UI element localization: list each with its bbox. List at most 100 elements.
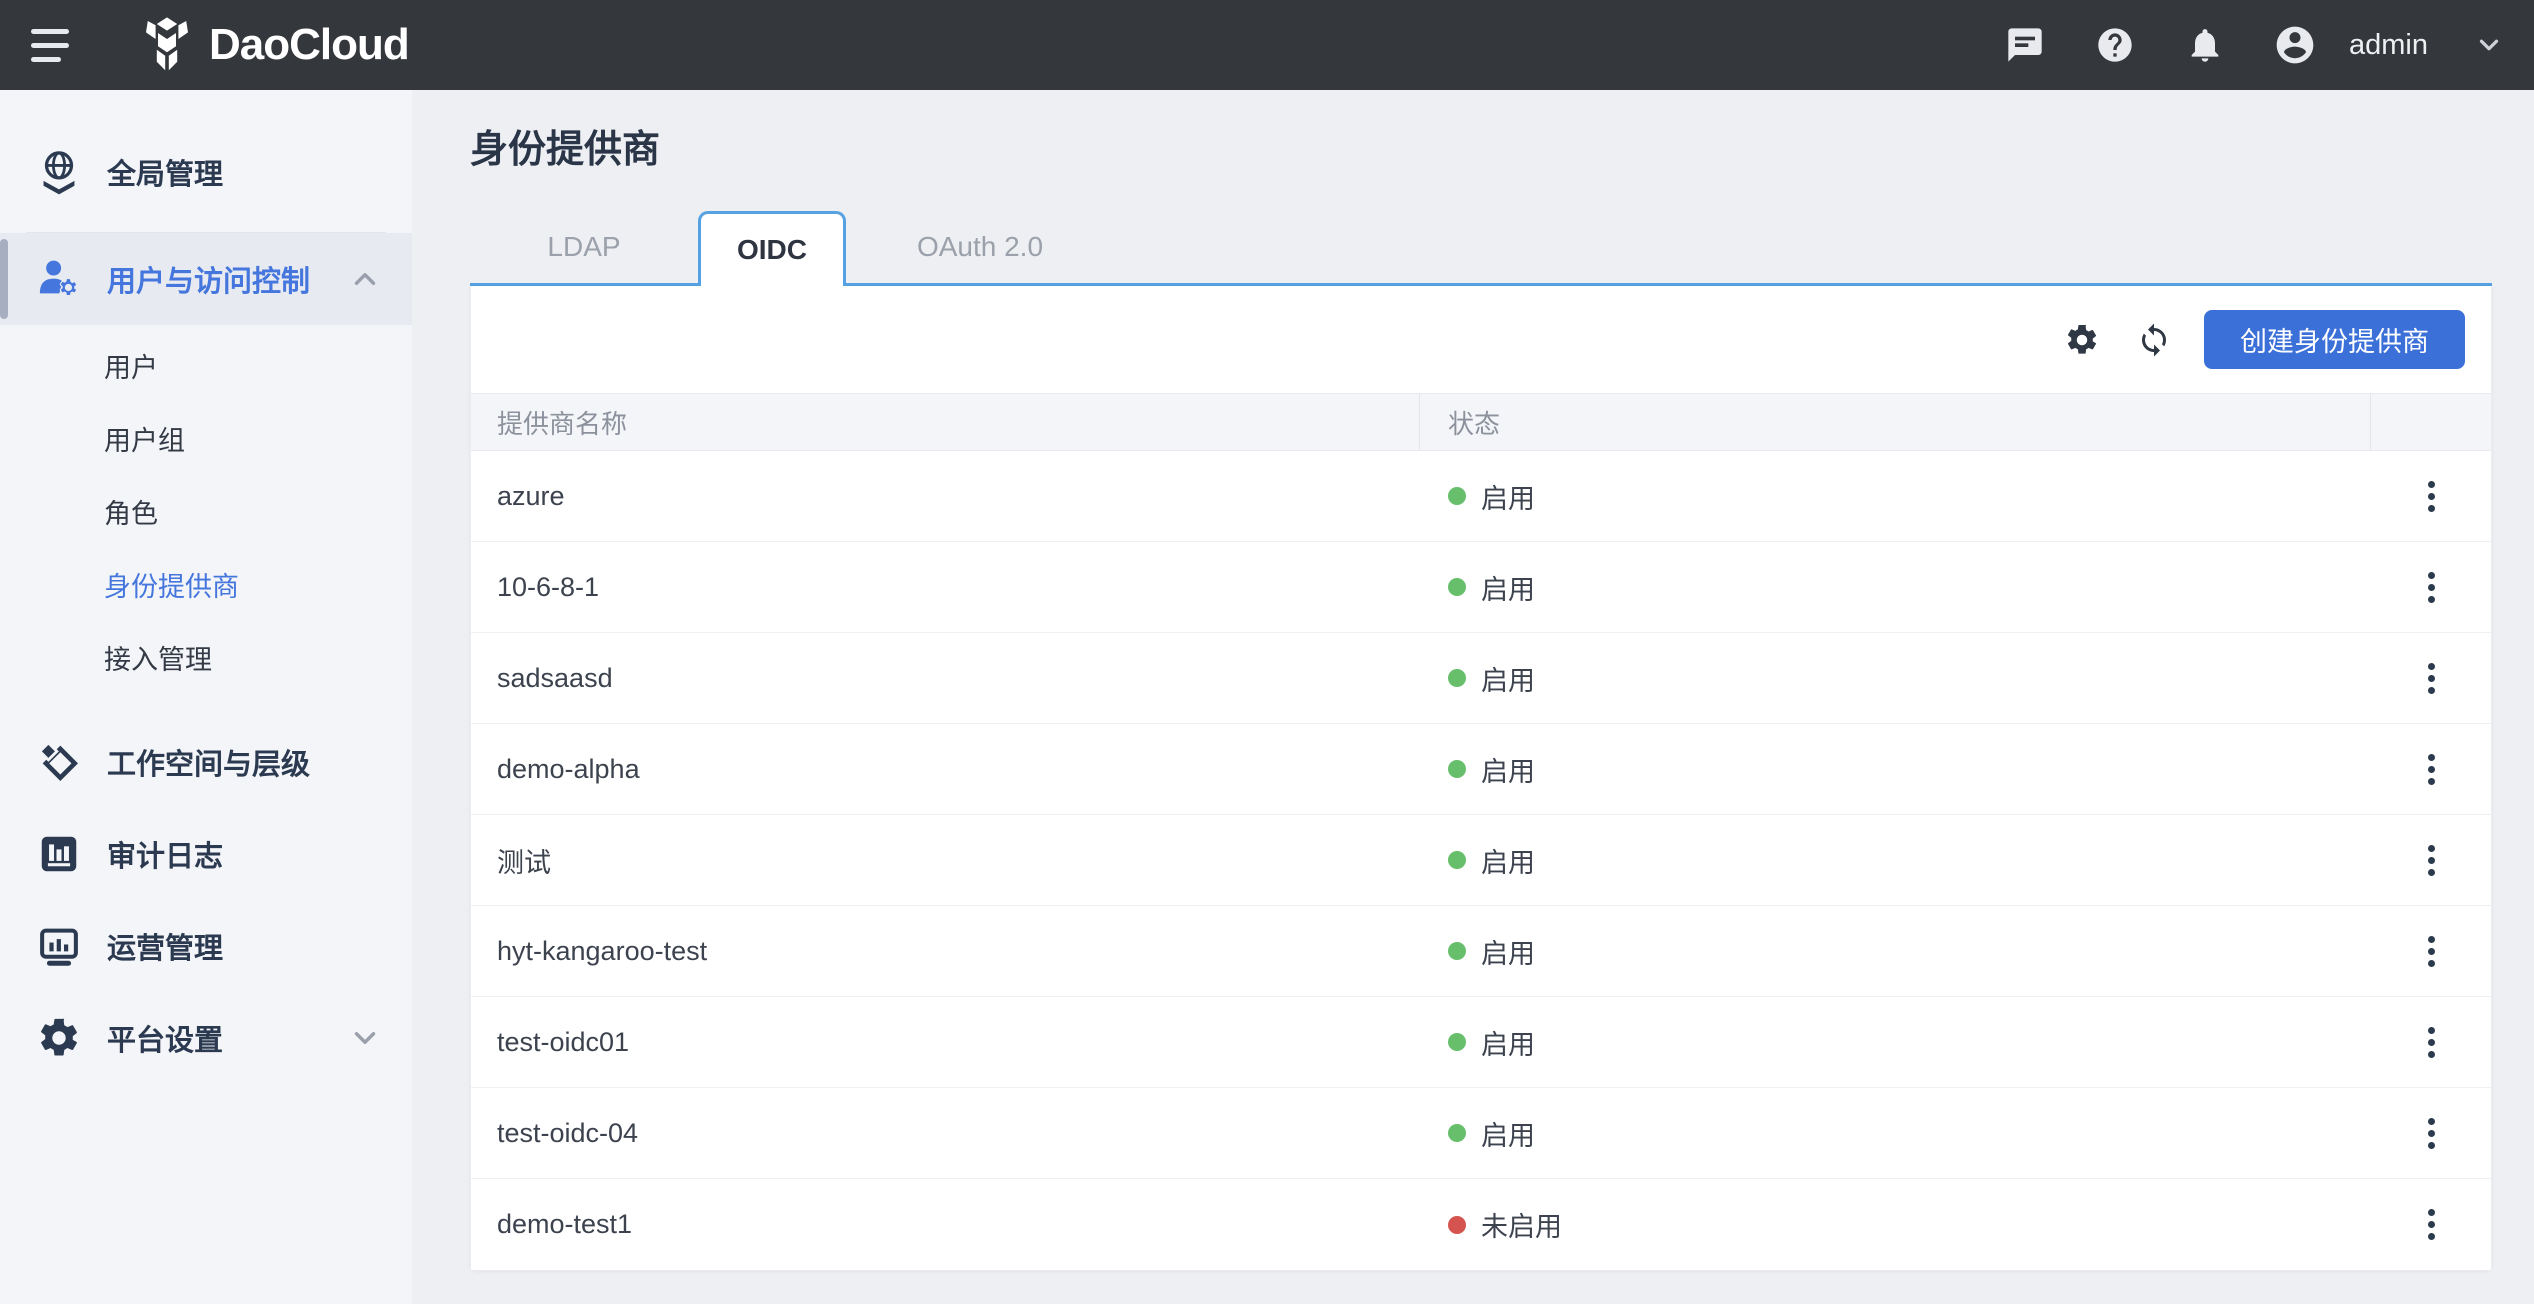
row-actions-kebab-icon[interactable] — [2414, 562, 2449, 613]
sidebar-item-user-groups[interactable]: 用户组 — [0, 402, 412, 475]
avatar[interactable] — [2273, 23, 2317, 67]
tab-oidc[interactable]: OIDC — [698, 211, 846, 286]
table-row: demo-alpha 启用 — [471, 724, 2491, 815]
status-dot — [1448, 760, 1466, 778]
table-row: demo-test1 未启用 — [471, 1179, 2491, 1270]
status-label: 启用 — [1481, 750, 1535, 789]
sidebar-group-label: 用户与访问控制 — [107, 258, 310, 300]
operations-icon — [33, 920, 85, 972]
sidebar-item-roles[interactable]: 角色 — [0, 475, 412, 548]
row-actions-kebab-icon[interactable] — [2414, 926, 2449, 977]
column-header-provider-name: 提供商名称 — [471, 394, 1420, 450]
sidebar: 全局管理 用户与访问控制 — [0, 90, 412, 1304]
chevron-down-icon — [348, 1021, 382, 1055]
actions-cell — [2371, 542, 2491, 632]
sidebar-item-label: 全局管理 — [107, 151, 223, 193]
table-row: 10-6-8-1 启用 — [471, 542, 2491, 633]
status-label: 启用 — [1481, 1114, 1535, 1153]
create-identity-provider-button[interactable]: 创建身份提供商 — [2204, 310, 2465, 369]
row-actions-kebab-icon[interactable] — [2414, 1017, 2449, 1068]
daocloud-logo — [137, 15, 197, 75]
actions-cell — [2371, 633, 2491, 723]
menu-toggle-icon[interactable] — [31, 29, 69, 62]
chat-icon[interactable] — [2003, 23, 2047, 67]
status-dot — [1448, 851, 1466, 869]
sidebar-item-label: 审计日志 — [107, 833, 223, 875]
provider-name: test-oidc-04 — [471, 1088, 1420, 1178]
provider-name: azure — [471, 451, 1420, 541]
sidebar-item-label: 运营管理 — [107, 925, 223, 967]
row-actions-kebab-icon[interactable] — [2414, 471, 2449, 522]
user-gear-icon — [33, 253, 85, 305]
chevron-up-icon — [348, 262, 382, 296]
providers-card: 创建身份提供商 提供商名称 状态 azure 启用 10-6-8-1 启用 — [470, 286, 2492, 1271]
row-actions-kebab-icon[interactable] — [2414, 744, 2449, 795]
sidebar-group-users-access[interactable]: 用户与访问控制 — [0, 233, 412, 325]
username[interactable]: admin — [2349, 29, 2428, 62]
status-cell: 启用 — [1420, 451, 2371, 541]
topbar-right: admin — [2003, 23, 2504, 67]
settings-icon[interactable] — [2060, 318, 2104, 362]
chevron-down-icon[interactable] — [2474, 30, 2504, 60]
sidebar-item-platform-settings[interactable]: 平台设置 — [0, 992, 412, 1084]
actions-cell — [2371, 906, 2491, 996]
status-cell: 未启用 — [1420, 1179, 2371, 1270]
actions-cell — [2371, 815, 2491, 905]
provider-name: sadsaasd — [471, 633, 1420, 723]
provider-name: 测试 — [471, 815, 1420, 905]
status-cell: 启用 — [1420, 815, 2371, 905]
provider-name: hyt-kangaroo-test — [471, 906, 1420, 996]
status-label: 启用 — [1481, 1023, 1535, 1062]
provider-name: test-oidc01 — [471, 997, 1420, 1087]
provider-name: demo-test1 — [471, 1179, 1420, 1270]
table-header: 提供商名称 状态 — [471, 393, 2491, 451]
status-cell: 启用 — [1420, 1088, 2371, 1178]
column-header-actions — [2371, 394, 2491, 450]
refresh-icon[interactable] — [2132, 318, 2176, 362]
sidebar-item-identity-providers[interactable]: 身份提供商 — [0, 548, 412, 621]
actions-cell — [2371, 997, 2491, 1087]
status-cell: 启用 — [1420, 997, 2371, 1087]
sidebar-item-global-management[interactable]: 全局管理 — [0, 126, 412, 218]
status-cell: 启用 — [1420, 542, 2371, 632]
main-content: 身份提供商 LDAP OIDC OAuth 2.0 — [412, 90, 2534, 1304]
app-root: DaoCloud — [0, 0, 2534, 1304]
status-cell: 启用 — [1420, 724, 2371, 814]
tab-oauth2[interactable]: OAuth 2.0 — [846, 211, 1114, 283]
status-dot — [1448, 669, 1466, 687]
sidebar-item-operations[interactable]: 运营管理 — [0, 900, 412, 992]
provider-name: 10-6-8-1 — [471, 542, 1420, 632]
bell-icon[interactable] — [2183, 23, 2227, 67]
tab-bar: LDAP OIDC OAuth 2.0 — [470, 211, 2492, 286]
row-actions-kebab-icon[interactable] — [2414, 1199, 2449, 1250]
status-dot — [1448, 942, 1466, 960]
table-row: 测试 启用 — [471, 815, 2491, 906]
page-title: 身份提供商 — [470, 127, 2492, 173]
table-row: test-oidc01 启用 — [471, 997, 2491, 1088]
globe-icon — [33, 146, 85, 198]
active-indicator — [0, 239, 8, 319]
status-label: 启用 — [1481, 841, 1535, 880]
actions-cell — [2371, 1088, 2491, 1178]
table-row: hyt-kangaroo-test 启用 — [471, 906, 2491, 997]
sidebar-item-workspaces[interactable]: 工作空间与层级 — [0, 716, 412, 808]
brand-name: DaoCloud — [209, 20, 409, 70]
status-label: 启用 — [1481, 659, 1535, 698]
column-header-status: 状态 — [1420, 394, 2371, 450]
row-actions-kebab-icon[interactable] — [2414, 835, 2449, 886]
layers-icon — [33, 736, 85, 788]
sidebar-item-users[interactable]: 用户 — [0, 329, 412, 402]
tab-ldap[interactable]: LDAP — [470, 211, 698, 283]
status-dot — [1448, 487, 1466, 505]
brand[interactable]: DaoCloud — [137, 15, 409, 75]
status-label: 启用 — [1481, 477, 1535, 516]
sidebar-item-audit-logs[interactable]: 审计日志 — [0, 808, 412, 900]
row-actions-kebab-icon[interactable] — [2414, 1108, 2449, 1159]
row-actions-kebab-icon[interactable] — [2414, 653, 2449, 704]
sidebar-submenu: 用户 用户组 角色 身份提供商 接入管理 — [0, 325, 412, 704]
sidebar-item-access-management[interactable]: 接入管理 — [0, 621, 412, 694]
sidebar-item-label: 工作空间与层级 — [107, 741, 310, 783]
status-cell: 启用 — [1420, 906, 2371, 996]
table-toolbar: 创建身份提供商 — [471, 286, 2491, 393]
help-icon[interactable] — [2093, 23, 2137, 67]
